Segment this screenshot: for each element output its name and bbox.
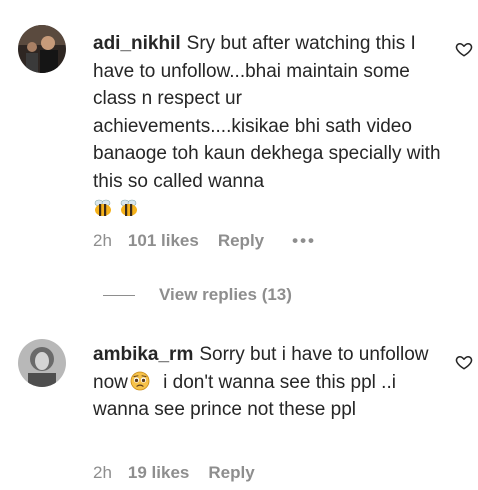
avatar[interactable] bbox=[18, 25, 66, 73]
view-replies-button[interactable]: View replies (13) bbox=[103, 283, 292, 307]
reply-button[interactable]: Reply bbox=[218, 231, 264, 251]
avatar-image bbox=[18, 25, 66, 73]
heart-outline-icon[interactable] bbox=[455, 40, 473, 58]
comment-meta: 2h 19 likes Reply bbox=[93, 461, 283, 485]
comment-meta: 2h 101 likes Reply ••• bbox=[93, 229, 316, 253]
comment-username[interactable]: adi_nikhil bbox=[93, 33, 181, 54]
comment-text: ambika_rm Sorry but i have to unfollow no… bbox=[93, 341, 443, 424]
view-replies-label[interactable]: View replies (13) bbox=[159, 285, 292, 305]
comment-time: 2h bbox=[93, 463, 112, 482]
comment-body: Sry but after watching this I have to un… bbox=[93, 33, 441, 192]
avatar-image bbox=[18, 339, 66, 387]
reply-button[interactable]: Reply bbox=[208, 463, 254, 483]
divider bbox=[103, 294, 135, 296]
bee-emoji bbox=[119, 198, 139, 216]
comment-time: 2h bbox=[93, 231, 112, 250]
heart-outline-icon[interactable] bbox=[455, 353, 473, 371]
bee-emoji bbox=[93, 198, 113, 216]
more-options-button[interactable]: ••• bbox=[292, 231, 316, 251]
likes-count[interactable]: 19 likes bbox=[128, 463, 189, 483]
likes-count[interactable]: 101 likes bbox=[128, 231, 199, 251]
pleading-face-emoji bbox=[130, 371, 150, 391]
comment-text: adi_nikhil Sry but after watching this I … bbox=[93, 30, 443, 223]
comment-username[interactable]: ambika_rm bbox=[93, 344, 193, 365]
avatar[interactable] bbox=[18, 339, 66, 387]
